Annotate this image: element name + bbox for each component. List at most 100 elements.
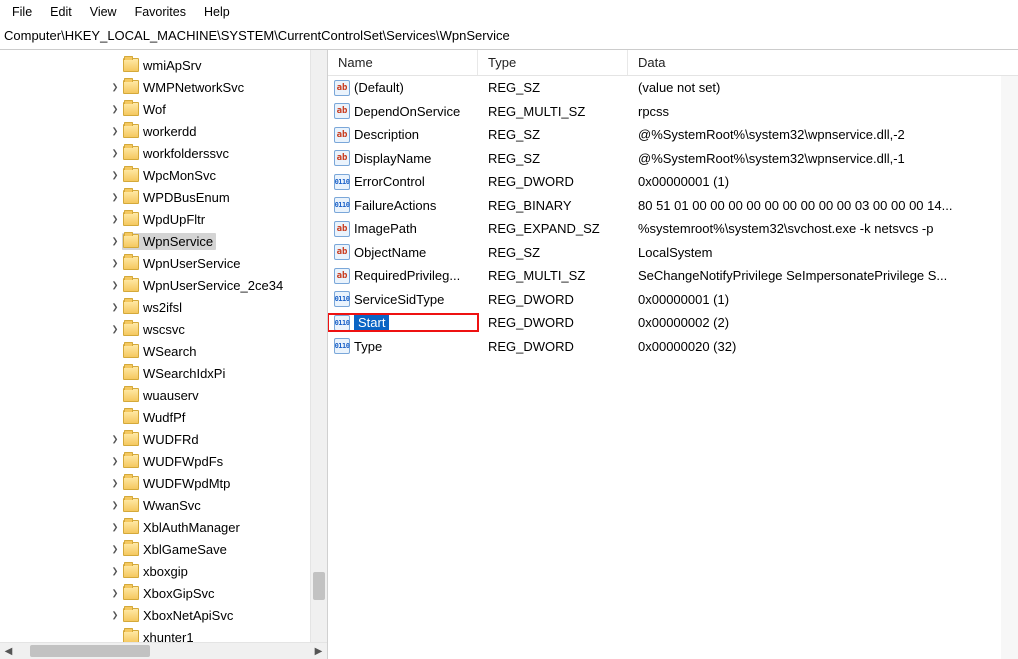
binary-value-icon: 0110: [334, 338, 350, 354]
tree-item-label: workfolderssvc: [143, 146, 229, 161]
tree-item[interactable]: ❯WMPNetworkSvc: [0, 76, 327, 98]
tree-item-label: wmiApSrv: [143, 58, 202, 73]
tree-scroll-area[interactable]: wmiApSrv❯WMPNetworkSvc❯Wof❯workerdd❯work…: [0, 50, 327, 642]
tree-item[interactable]: WSearchIdxPi: [0, 362, 327, 384]
tree-item[interactable]: ❯WpdUpFltr: [0, 208, 327, 230]
tree-item-label: XboxGipSvc: [143, 586, 215, 601]
expand-icon[interactable]: ❯: [109, 259, 120, 268]
tree-item[interactable]: xhunter1: [0, 626, 327, 642]
value-row[interactable]: abDescriptionREG_SZ@%SystemRoot%\system3…: [328, 123, 1018, 147]
value-name: RequiredPrivileg...: [354, 268, 460, 283]
tree-item[interactable]: ❯Wof: [0, 98, 327, 120]
expand-icon[interactable]: ❯: [109, 611, 120, 620]
menu-help[interactable]: Help: [196, 3, 238, 21]
value-row[interactable]: abRequiredPrivileg...REG_MULTI_SZSeChang…: [328, 264, 1018, 288]
expand-icon[interactable]: ❯: [109, 127, 120, 136]
values-vertical-scrollbar[interactable]: [1001, 76, 1018, 659]
expand-icon[interactable]: ❯: [109, 237, 120, 246]
expand-icon[interactable]: ❯: [109, 589, 120, 598]
tree-item[interactable]: ❯WPDBusEnum: [0, 186, 327, 208]
string-value-icon: ab: [334, 127, 350, 143]
tree-vertical-scrollbar[interactable]: [310, 50, 327, 642]
tree-item[interactable]: ❯WUDFWpdMtp: [0, 472, 327, 494]
value-row[interactable]: abDependOnServiceREG_MULTI_SZrpcss: [328, 100, 1018, 124]
tree-item[interactable]: ❯ workfolderssvc: [0, 142, 327, 164]
tree-item[interactable]: wuauserv: [0, 384, 327, 406]
scroll-right-arrow-icon[interactable]: ▶: [310, 643, 327, 659]
value-data: rpcss: [628, 104, 1018, 119]
tree-item[interactable]: ❯ workerdd: [0, 120, 327, 142]
folder-icon: [123, 564, 139, 578]
value-row[interactable]: ab(Default)REG_SZ(value not set): [328, 76, 1018, 100]
folder-icon: [123, 278, 139, 292]
expand-icon[interactable]: ❯: [109, 523, 120, 532]
value-data: 0x00000020 (32): [628, 339, 1018, 354]
expand-icon[interactable]: ❯: [109, 171, 120, 180]
value-row[interactable]: 0110ServiceSidTypeREG_DWORD0x00000001 (1…: [328, 288, 1018, 312]
column-header-type[interactable]: Type: [478, 50, 628, 75]
tree-item[interactable]: ❯WwanSvc: [0, 494, 327, 516]
value-row[interactable]: abDisplayNameREG_SZ@%SystemRoot%\system3…: [328, 147, 1018, 171]
value-row[interactable]: 0110ErrorControlREG_DWORD0x00000001 (1): [328, 170, 1018, 194]
value-row[interactable]: abImagePathREG_EXPAND_SZ%systemroot%\sys…: [328, 217, 1018, 241]
expand-icon[interactable]: ❯: [109, 281, 120, 290]
tree-item[interactable]: ❯XboxNetApiSvc: [0, 604, 327, 626]
tree-item[interactable]: ❯ XboxGipSvc: [0, 582, 327, 604]
folder-icon: [123, 124, 139, 138]
tree-item-label: WSearch: [143, 344, 196, 359]
tree-item[interactable]: ❯ws2ifsl: [0, 296, 327, 318]
scrollbar-thumb[interactable]: [30, 645, 150, 657]
expand-icon[interactable]: ❯: [109, 215, 120, 224]
scrollbar-thumb[interactable]: [313, 572, 325, 600]
menu-file[interactable]: File: [4, 3, 40, 21]
expand-icon[interactable]: ❯: [109, 193, 120, 202]
expand-icon[interactable]: ❯: [109, 501, 120, 510]
tree-item[interactable]: WudfPf: [0, 406, 327, 428]
expand-icon[interactable]: ❯: [109, 83, 120, 92]
tree-item[interactable]: ❯ WUDFRd: [0, 428, 327, 450]
expand-icon[interactable]: ❯: [109, 479, 120, 488]
menu-view[interactable]: View: [82, 3, 125, 21]
value-row[interactable]: 0110TypeREG_DWORD0x00000020 (32): [328, 335, 1018, 359]
address-bar[interactable]: Computer\HKEY_LOCAL_MACHINE\SYSTEM\Curre…: [0, 24, 1018, 50]
tree-item-label: WUDFRd: [143, 432, 199, 447]
value-name: FailureActions: [354, 198, 436, 213]
expand-icon[interactable]: ❯: [109, 435, 120, 444]
folder-icon: [123, 58, 139, 72]
tree-item[interactable]: ❯WUDFWpdFs: [0, 450, 327, 472]
column-header-name[interactable]: Name: [328, 50, 478, 75]
expand-icon[interactable]: ❯: [109, 303, 120, 312]
tree-item[interactable]: WSearch: [0, 340, 327, 362]
scroll-left-arrow-icon[interactable]: ◀: [0, 643, 17, 659]
expand-icon[interactable]: ❯: [109, 457, 120, 466]
menu-edit[interactable]: Edit: [42, 3, 80, 21]
expand-icon[interactable]: ❯: [109, 545, 120, 554]
expand-icon[interactable]: ❯: [109, 149, 120, 158]
tree-item[interactable]: ❯WpnService: [0, 230, 327, 252]
value-type: REG_DWORD: [478, 174, 628, 189]
value-row[interactable]: 0110StartREG_DWORD0x00000002 (2): [328, 311, 1018, 335]
tree-item[interactable]: ❯XblAuthManager: [0, 516, 327, 538]
value-row[interactable]: 0110FailureActionsREG_BINARY80 51 01 00 …: [328, 194, 1018, 218]
folder-icon: [123, 322, 139, 336]
menu-favorites[interactable]: Favorites: [127, 3, 194, 21]
folder-icon: [123, 366, 139, 380]
tree-item[interactable]: ❯wscsvc: [0, 318, 327, 340]
folder-icon: [123, 542, 139, 556]
tree-item[interactable]: ❯XblGameSave: [0, 538, 327, 560]
value-name: Type: [354, 339, 382, 354]
tree-horizontal-scrollbar[interactable]: ◀ ▶: [0, 642, 327, 659]
expand-icon[interactable]: ❯: [109, 105, 120, 114]
folder-icon: [123, 146, 139, 160]
expand-icon[interactable]: ❯: [109, 325, 120, 334]
value-type: REG_MULTI_SZ: [478, 268, 628, 283]
tree-item[interactable]: ❯WpcMonSvc: [0, 164, 327, 186]
expand-icon[interactable]: ❯: [109, 567, 120, 576]
value-row[interactable]: abObjectNameREG_SZLocalSystem: [328, 241, 1018, 265]
tree-item[interactable]: ❯WpnUserService_2ce34: [0, 274, 327, 296]
column-header-data[interactable]: Data: [628, 50, 1018, 75]
tree-item[interactable]: wmiApSrv: [0, 54, 327, 76]
tree-item[interactable]: ❯xboxgip: [0, 560, 327, 582]
tree-item[interactable]: ❯WpnUserService: [0, 252, 327, 274]
tree-item-label: workerdd: [143, 124, 196, 139]
